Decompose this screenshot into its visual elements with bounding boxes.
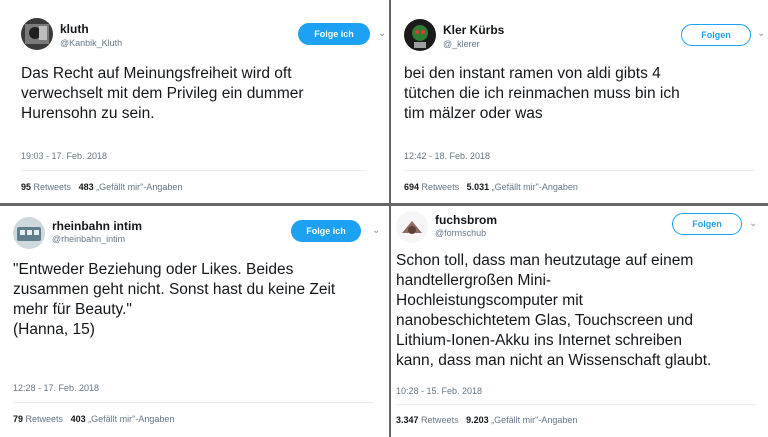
tweet-text: bei den instant ramen von aldi gibts 4 t…	[404, 65, 680, 122]
like-count[interactable]: 9.203	[466, 415, 489, 425]
user-handle[interactable]: @formschub	[435, 228, 486, 238]
tweet-card-kler-kuerbs: Kler Kürbs @_klerer Folgen ⌄ bei den ins…	[391, 0, 768, 203]
display-name[interactable]: rheinbahn intim	[52, 219, 142, 233]
follow-button[interactable]: Folgen	[681, 24, 751, 46]
retweets-label: Retweets	[25, 414, 64, 424]
retweet-count[interactable]: 95	[21, 182, 31, 192]
user-handle[interactable]: @rheinbahn_intim	[52, 234, 125, 244]
divider	[404, 170, 754, 171]
like-count[interactable]: 5.031	[467, 182, 490, 192]
divider	[21, 170, 366, 171]
chevron-down-icon[interactable]: ⌄	[372, 225, 380, 236]
chevron-down-icon[interactable]: ⌄	[749, 218, 757, 229]
tweet-text: "Entweder Beziehung oder Likes. Beides z…	[13, 261, 336, 338]
follow-button[interactable]: Folge ich	[298, 23, 370, 45]
retweet-count[interactable]: 79	[13, 414, 23, 424]
tweet-timestamp[interactable]: 12:28 - 17. Feb. 2018	[13, 383, 99, 393]
divider	[396, 404, 756, 405]
follow-button[interactable]: Folge ich	[291, 220, 361, 242]
chevron-down-icon[interactable]: ⌄	[757, 28, 765, 39]
tweet-timestamp[interactable]: 10:28 - 15. Feb. 2018	[396, 386, 482, 396]
avatar[interactable]	[21, 18, 53, 50]
tweet-timestamp[interactable]: 19:03 - 17. Feb. 2018	[21, 151, 107, 161]
vertical-separator	[389, 0, 391, 437]
retweet-count[interactable]: 694	[404, 182, 419, 192]
divider	[13, 402, 373, 403]
tweet-card-fuchsbrom: fuchsbrom @formschub Folgen ⌄ Schon toll…	[391, 206, 768, 437]
display-name[interactable]: kluth	[60, 22, 89, 36]
likes-label: „Gefällt mir"-Angaben	[96, 182, 183, 192]
tweet-stats: 95 Retweets 483 „Gefällt mir"-Angaben	[21, 182, 182, 192]
likes-label: „Gefällt mir"-Angaben	[491, 182, 578, 192]
tweet-stats: 3.347 Retweets 9.203 „Gefällt mir"-Angab…	[396, 415, 577, 425]
tweet-card-kluth: kluth @Kanbik_Kluth Folge ich ⌄ Das Rech…	[0, 0, 389, 203]
likes-label: „Gefällt mir"-Angaben	[491, 415, 578, 425]
likes-label: „Gefällt mir"-Angaben	[88, 414, 175, 424]
follow-button[interactable]: Folgen	[672, 213, 742, 235]
display-name[interactable]: Kler Kürbs	[443, 23, 504, 37]
tweet-collage: kluth @Kanbik_Kluth Folge ich ⌄ Das Rech…	[0, 0, 768, 437]
like-count[interactable]: 483	[79, 182, 94, 192]
tweet-stats: 694 Retweets 5.031 „Gefällt mir"-Angaben	[404, 182, 578, 192]
tweet-text: Schon toll, dass man heutzutage auf eine…	[396, 252, 712, 369]
tweet-text: Das Recht auf Meinungsfreiheit wird oft …	[21, 65, 304, 122]
tweet-card-rheinbahn-intim: rheinbahn intim @rheinbahn_intim Folge i…	[0, 206, 389, 437]
horizontal-separator	[0, 203, 768, 206]
retweets-label: Retweets	[421, 182, 460, 192]
user-handle[interactable]: @_klerer	[443, 39, 480, 49]
avatar[interactable]	[13, 217, 45, 249]
retweet-count[interactable]: 3.347	[396, 415, 419, 425]
avatar[interactable]	[396, 211, 428, 243]
tweet-stats: 79 Retweets 403 „Gefällt mir"-Angaben	[13, 414, 174, 424]
retweets-label: Retweets	[421, 415, 459, 425]
user-handle[interactable]: @Kanbik_Kluth	[60, 38, 122, 48]
retweets-label: Retweets	[33, 182, 72, 192]
display-name[interactable]: fuchsbrom	[435, 213, 497, 227]
tweet-timestamp[interactable]: 12:42 - 18. Feb. 2018	[404, 151, 490, 161]
avatar[interactable]	[404, 19, 436, 51]
chevron-down-icon[interactable]: ⌄	[378, 28, 386, 39]
like-count[interactable]: 403	[71, 414, 86, 424]
